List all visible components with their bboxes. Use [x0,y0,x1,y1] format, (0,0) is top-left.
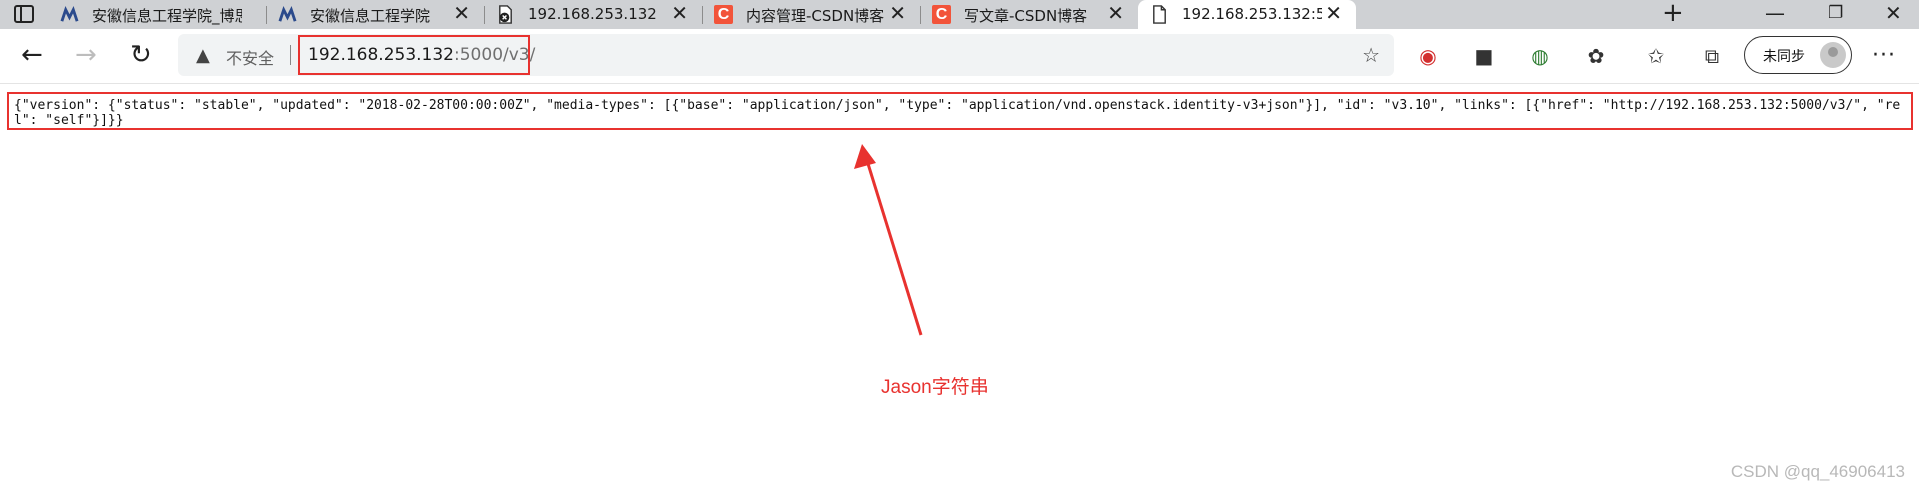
new-tab-button[interactable]: + [1662,0,1684,27]
favorites-icon[interactable]: ✩ [1644,45,1668,69]
extensions-puzzle-icon[interactable]: ✿ [1584,45,1608,69]
error-page-icon [499,5,512,24]
page-icon [1153,5,1166,24]
navigation-toolbar: ← → ↻ ▲ 不安全 192.168.253.132:5000/v3/ ☆ ◉… [0,29,1919,83]
warning-icon[interactable]: ▲ [196,45,210,66]
tab-active-keystone[interactable]: 192.168.253.132:5000/v3/ ✕ [1138,0,1356,29]
url-highlight-box: 192.168.253.132:5000/v3/ [298,35,535,75]
tab-title: 192.168.253.132:5000/v3/ [1182,5,1322,23]
forward-icon[interactable]: → [75,42,97,68]
close-icon[interactable]: ✕ [671,3,688,23]
page-content: {"version": {"status": "stable", "update… [0,83,1919,492]
annotation-label: Jason字符串 [881,377,989,398]
tab-actions-icon[interactable] [14,5,34,23]
profile-sync-button[interactable]: 未同步 [1744,36,1852,74]
tab-csdn-write[interactable]: C 写文章-CSDN博客 ✕ [920,0,1138,29]
close-icon[interactable]: ✕ [1325,3,1342,23]
extension-globe-icon[interactable]: ◍ [1528,45,1552,69]
url-path: :5000/v3/ [454,45,536,65]
close-icon[interactable]: ✕ [889,3,906,23]
tab-strip: 安徽信息工程学院_博思平台 安徽信息工程学院 ✕ 192.168.253.132… [0,0,1919,29]
avatar [1820,42,1846,68]
tab-ahie[interactable]: 安徽信息工程学院 ✕ [266,0,484,29]
tab-csdn-content[interactable]: C 内容管理-CSDN博客 ✕ [702,0,920,29]
address-divider [290,45,291,65]
tab-title: 安徽信息工程学院_博思平台 [92,7,242,25]
close-icon[interactable]: ✕ [1107,3,1124,23]
tab-boss-platform[interactable]: 安徽信息工程学院_博思平台 [48,0,266,29]
tab-title: 安徽信息工程学院 [310,7,431,25]
tab-title: 内容管理-CSDN博客 [746,7,885,25]
watermark: CSDN @qq_46906413 [1730,462,1905,481]
sync-label: 未同步 [1763,49,1805,65]
csdn-icon: C [932,5,951,24]
extension-cube-icon[interactable]: ■ [1472,45,1496,69]
boss-platform-icon [60,6,79,22]
url-host: 192.168.253.132 [308,45,455,65]
boss-platform-icon [278,6,297,22]
annotation-arrow [854,144,923,336]
collections-icon[interactable]: ⧉ [1700,45,1724,69]
minimize-icon[interactable]: — [1765,0,1785,27]
url-text[interactable]: 192.168.253.132:5000/v3/ [308,45,535,65]
more-menu-icon[interactable]: ··· [1872,43,1896,68]
csdn-icon: C [714,5,733,24]
window-close-icon[interactable]: ✕ [1885,0,1902,27]
close-icon[interactable]: ✕ [453,3,470,23]
add-favorite-icon[interactable]: ☆ [1362,43,1380,67]
address-bar[interactable]: ▲ 不安全 192.168.253.132:5000/v3/ ☆ [178,34,1394,76]
refresh-icon[interactable]: ↻ [130,42,152,68]
restore-icon[interactable]: ❐ [1828,0,1843,27]
tab-title: 写文章-CSDN博客 [964,7,1088,25]
tab-title: 192.168.253.132 [528,5,657,23]
extension-shield-icon[interactable]: ◉ [1416,45,1440,69]
back-icon[interactable]: ← [21,42,43,68]
tab-ip-address[interactable]: 192.168.253.132 ✕ [484,0,702,29]
insecure-label[interactable]: 不安全 [226,45,274,69]
